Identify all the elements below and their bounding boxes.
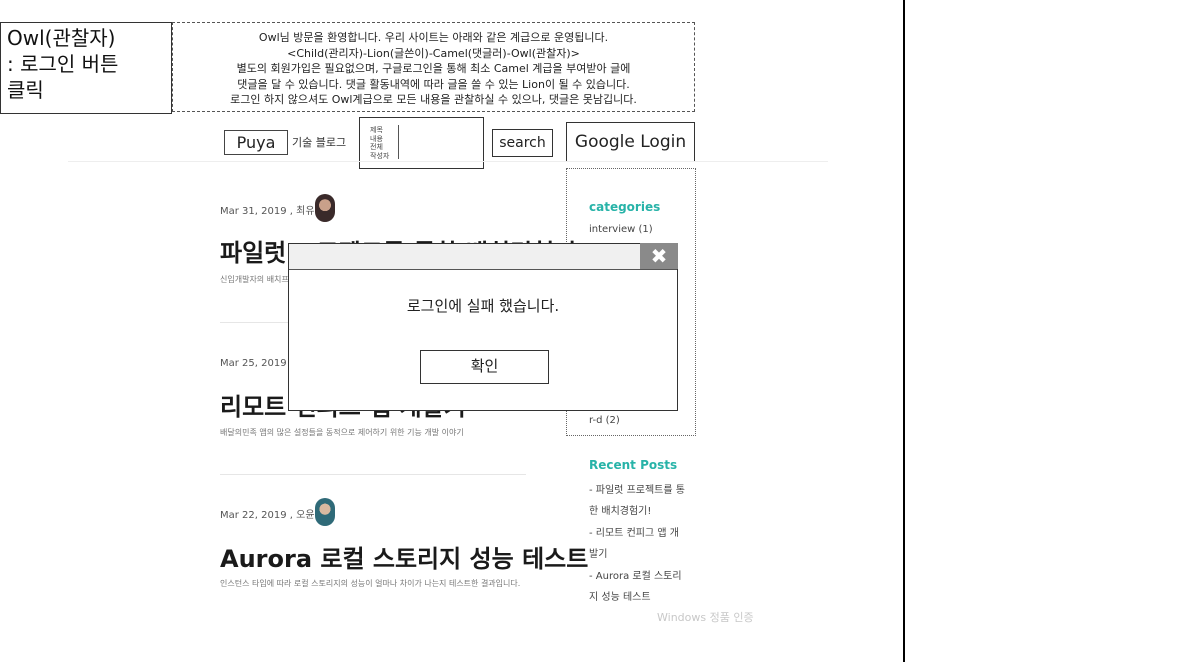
search-option-title[interactable]: 제목 — [370, 126, 389, 135]
recent-post-link[interactable]: - Aurora 로컬 스토리 — [589, 567, 682, 582]
recent-post-link[interactable]: - 파일럿 프로젝트를 통 — [589, 481, 685, 496]
search-option-all[interactable]: 전체 — [370, 143, 389, 152]
search-button[interactable]: search — [492, 129, 553, 157]
recent-post-link[interactable]: 한 배치경험기! — [589, 502, 651, 517]
recent-post-link[interactable]: 지 성능 테스트 — [589, 588, 651, 603]
categories-heading: categories — [589, 200, 661, 214]
windows-activation-watermark: Windows 정품 인증 — [657, 611, 754, 624]
notice-line: <Child(관리자)-Lion(글쓴이)-Camel(댓글러)-Owl(관찰자… — [287, 46, 580, 60]
recent-post-link[interactable]: - 리모트 컨피그 앱 개 — [589, 524, 679, 539]
blog-logo[interactable]: Puya — [224, 130, 288, 155]
recent-post-link[interactable]: 발기 — [589, 545, 607, 560]
role-line-3: 클릭 — [7, 78, 44, 102]
search-input[interactable] — [398, 125, 399, 159]
search-options: 제목 내용 전체 작성자 — [370, 126, 389, 160]
search-option-author[interactable]: 작성자 — [370, 152, 389, 161]
avatar — [315, 194, 335, 222]
recent-posts-heading: Recent Posts — [589, 458, 678, 472]
post-description: 배달의민족 앱의 많은 설정들을 동적으로 제어하기 위한 기능 개발 이야기 — [220, 428, 464, 437]
post-description: 인스턴스 타입에 따라 로컬 스토리지의 성능이 얼마나 차이가 나는지 테스트… — [220, 579, 521, 588]
login-failed-dialog: ✖ 로그인에 실패 했습니다. 확인 — [288, 243, 678, 411]
search-option-content[interactable]: 내용 — [370, 135, 389, 144]
window-divider — [903, 0, 905, 662]
post-title[interactable]: Aurora 로컬 스토리지 성능 테스트 — [220, 539, 588, 574]
avatar — [315, 498, 335, 526]
blog-subtitle: 기술 블로그 — [292, 136, 347, 149]
role-info-box: Owl(관찰자) : 로그인 버튼 클릭 — [0, 22, 172, 114]
confirm-button[interactable]: 확인 — [420, 350, 549, 384]
notice-line: 별도의 회원가입은 필요없으며, 구글로그인을 통해 최소 Camel 계급을 … — [236, 62, 631, 75]
notice-line: 로그인 하지 않으셔도 Owl계급으로 모든 내용을 관찰하실 수 있으나, 댓… — [230, 93, 637, 106]
google-login-button[interactable]: Google Login — [566, 122, 695, 162]
welcome-notice: Owl님 방문을 환영합니다. 우리 사이트는 아래와 같은 계급으로 운영됩니… — [172, 22, 695, 112]
category-item[interactable]: interview (1) — [589, 224, 653, 235]
dialog-titlebar — [289, 244, 677, 270]
notice-line: Owl님 방문을 환영합니다. 우리 사이트는 아래와 같은 계급으로 운영됩니… — [258, 31, 609, 44]
dialog-message: 로그인에 실패 했습니다. — [406, 297, 560, 315]
header-divider — [68, 161, 828, 162]
post-meta: Mar 22, 2019 , 오윤택 — [220, 510, 324, 521]
role-line-1: Owl(관찰자) — [7, 26, 116, 50]
notice-line: 댓글을 달 수 있습니다. 댓글 활동내역에 따라 글을 쓸 수 있는 Lion… — [237, 77, 630, 91]
role-line-2: : 로그인 버튼 — [7, 52, 119, 76]
post-meta: Mar 31, 2019 , 최유성 — [220, 206, 324, 217]
close-icon[interactable]: ✖ — [640, 243, 678, 269]
post-divider — [220, 474, 526, 475]
category-item[interactable]: r-d (2) — [589, 415, 620, 426]
